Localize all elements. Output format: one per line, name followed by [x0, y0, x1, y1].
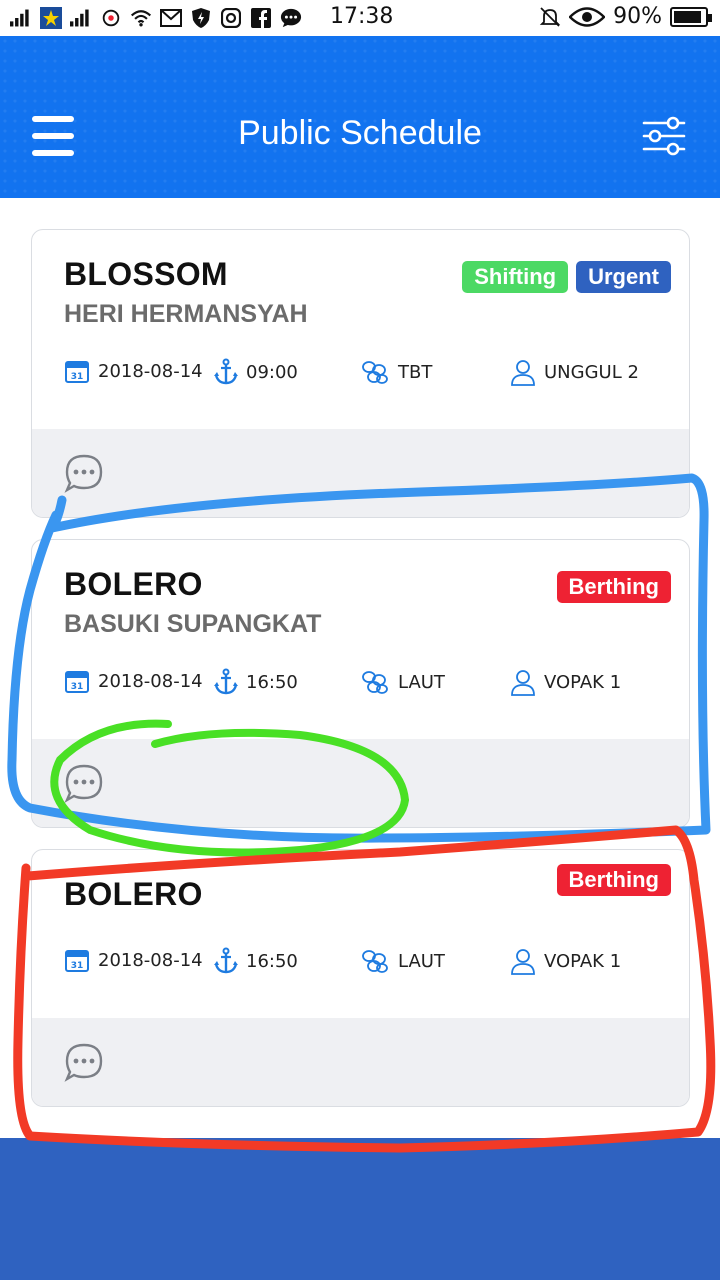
facebook-icon [250, 7, 272, 29]
calendar-icon: 31 [65, 950, 89, 972]
page-title: Public Schedule [238, 114, 482, 152]
anchor-icon [214, 668, 238, 695]
schedule-card[interactable]: BLOSSOM HERI HERMANSYAH Shifting Urgent … [31, 229, 690, 518]
signal-icon [70, 7, 92, 29]
app-header: Public Schedule [0, 36, 720, 198]
schedule-card[interactable]: BOLERO BASUKI SUPANGKAT Berthing 31 2018… [31, 539, 690, 828]
time-text: 16:50 [246, 671, 298, 693]
date-text: 2018-08-14 [98, 360, 203, 382]
time-text: 09:00 [246, 361, 298, 383]
chat-icon [280, 7, 302, 29]
rope-knot-icon [362, 671, 388, 694]
card-footer [32, 429, 689, 517]
calendar-icon: 31 [65, 671, 89, 693]
info-row: 31 2018-08-14 09:00 TBT UNGGUL 2 [64, 358, 684, 388]
vessel-name: BLOSSOM [64, 256, 228, 292]
location-text: TBT [398, 361, 433, 383]
location-icon [100, 7, 122, 29]
schedule-card[interactable]: BOLERO Berthing 31 2018-08-14 16:50 LAUT… [31, 849, 690, 1107]
card-footer [32, 739, 689, 827]
status-time: 17:38 [330, 4, 394, 29]
signal-icon [10, 7, 32, 29]
date-text: 2018-08-14 [98, 949, 203, 971]
agent-name: BASUKI SUPANGKAT [64, 610, 322, 638]
user-icon [511, 949, 535, 975]
sim-star-icon [40, 7, 62, 29]
schedule-list: BLOSSOM HERI HERMANSYAH Shifting Urgent … [0, 198, 720, 1138]
status-badge-urgent: Urgent [576, 261, 671, 293]
bottom-band [0, 1138, 720, 1280]
date-text: 2018-08-14 [98, 670, 203, 692]
vessel-name: BOLERO [64, 876, 203, 912]
shield-icon [190, 7, 212, 29]
wifi-icon [130, 7, 152, 29]
anchor-icon [214, 358, 238, 385]
gmail-icon [160, 7, 182, 29]
info-row: 31 2018-08-14 16:50 LAUT VOPAK 1 [64, 947, 684, 977]
location-text: LAUT [398, 671, 445, 693]
svg-text:31: 31 [71, 372, 84, 382]
status-bar: 17:38 90% [0, 0, 720, 36]
status-badge-shifting: Shifting [462, 261, 569, 293]
vessel-name: BOLERO [64, 566, 203, 602]
user-icon [511, 670, 535, 696]
svg-text:31: 31 [71, 682, 84, 692]
status-badge-berthing: Berthing [556, 571, 671, 603]
location-text: LAUT [398, 950, 445, 972]
user-icon [511, 360, 535, 386]
filter-sliders-icon [642, 116, 686, 156]
pilot-text: VOPAK 1 [544, 671, 622, 693]
info-row: 31 2018-08-14 16:50 LAUT VOPAK 1 [64, 668, 684, 698]
mute-bell-icon [539, 6, 561, 28]
instagram-icon [220, 7, 242, 29]
comment-icon[interactable] [64, 1042, 104, 1082]
card-footer [32, 1018, 689, 1106]
status-badge-berthing: Berthing [556, 864, 671, 896]
pilot-text: VOPAK 1 [544, 950, 622, 972]
comment-icon[interactable] [64, 453, 104, 493]
anchor-icon [214, 947, 238, 974]
time-text: 16:50 [246, 950, 298, 972]
battery-icon [670, 6, 712, 27]
eye-icon [569, 6, 606, 28]
calendar-icon: 31 [65, 361, 89, 383]
filter-button[interactable] [642, 116, 686, 156]
agent-name: HERI HERMANSYAH [64, 300, 308, 328]
pilot-text: UNGGUL 2 [544, 361, 639, 383]
svg-text:31: 31 [71, 961, 84, 971]
comment-icon[interactable] [64, 763, 104, 803]
battery-percent: 90% [613, 4, 662, 29]
rope-knot-icon [362, 361, 388, 384]
rope-knot-icon [362, 950, 388, 973]
